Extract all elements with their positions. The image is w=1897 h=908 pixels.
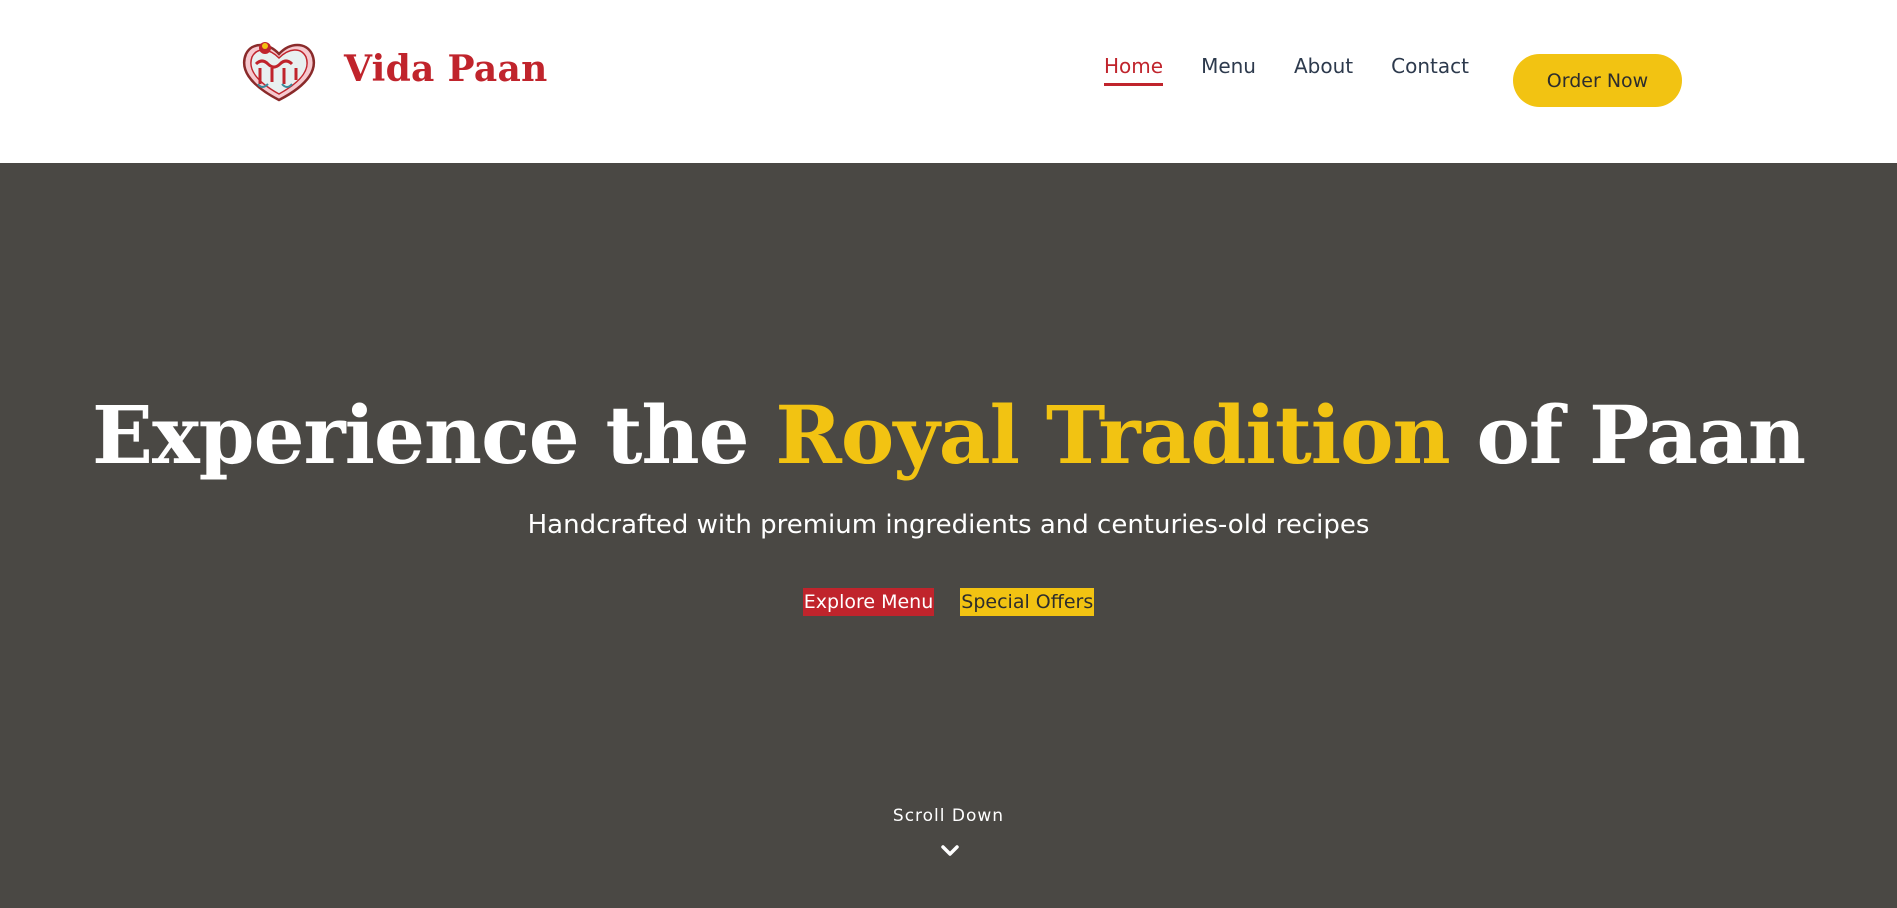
paan-heart-logo-icon[interactable] [238, 38, 320, 104]
nav-menu-link[interactable]: Menu [1201, 54, 1256, 84]
hero-section: Experience the Royal Tradition of Paan H… [0, 163, 1897, 908]
scroll-down-label[interactable]: Scroll Down [0, 806, 1897, 826]
main-nav: Home Menu About Contact [1104, 54, 1507, 86]
site-header: Vida Paan Home Menu About Contact Order … [0, 0, 1897, 163]
hero-title-part2: of Paan [1449, 388, 1806, 482]
brand-name[interactable]: Vida Paan [344, 48, 548, 90]
nav-contact-link[interactable]: Contact [1391, 54, 1469, 84]
explore-menu-button[interactable]: Explore Menu [802, 588, 935, 616]
special-offers-button[interactable]: Special Offers [960, 588, 1095, 616]
hero-title-accent: Royal Tradition [775, 388, 1450, 482]
nav-about-link[interactable]: About [1294, 54, 1353, 84]
nav-home-link[interactable]: Home [1104, 54, 1164, 86]
brand[interactable]: Vida Paan [238, 38, 547, 104]
hero-title: Experience the Royal Tradition of Paan [0, 388, 1897, 482]
hero-buttons: Explore Menu Special Offers [0, 588, 1897, 616]
hero-title-part1: Experience the [91, 388, 776, 482]
order-now-button[interactable]: Order Now [1513, 54, 1682, 107]
hero-subtitle: Handcrafted with premium ingredients and… [527, 510, 1370, 540]
chevron-down-icon[interactable] [940, 843, 960, 859]
